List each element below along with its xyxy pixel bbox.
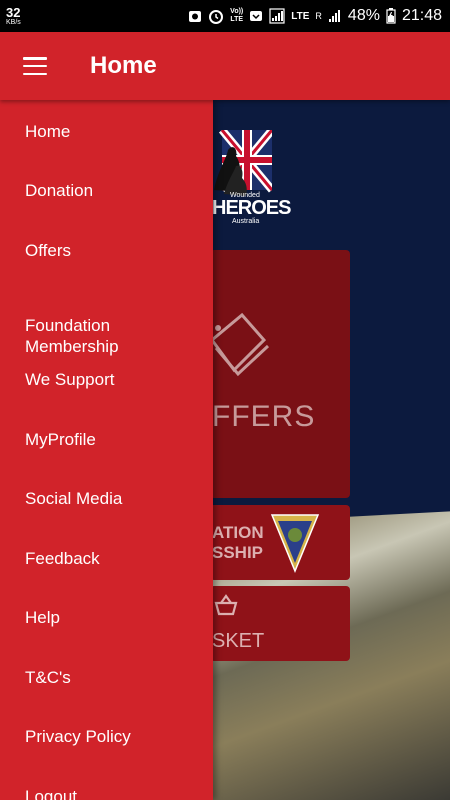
navigation-drawer: Home Donation Offers Foundation Membersh… [0,100,213,800]
drawer-item-social-media[interactable]: Social Media [0,488,213,509]
drawer-item-terms[interactable]: T&C's [0,667,213,688]
network-speed-value: 32 [6,5,21,20]
drawer-item-label: Help [25,608,60,627]
clock: 21:48 [401,7,442,24]
drawer-item-home[interactable]: Home [0,121,213,142]
volte-label: Vo)) [230,8,244,15]
drawer-item-label: Donation [25,181,94,200]
volte-icon: Vo)) LTE [230,8,243,24]
drawer-item-label: Social Media [25,489,123,508]
tag-icon [209,310,272,385]
membership-tile[interactable]: ATION SSHIP [210,505,350,580]
membership-tile-label: ATION SSHIP [212,523,264,563]
network-speed: 32 KB/s [6,6,30,26]
drawer-item-label: MyProfile [25,430,96,449]
offers-tile-label: FFERS [212,400,316,433]
drawer-item-offers[interactable]: Offers [0,240,213,261]
lte-label: LTE [291,10,310,22]
drawer-item-donation[interactable]: Donation [0,180,213,201]
drawer-item-help[interactable]: Help [0,607,213,628]
drawer-item-feedback[interactable]: Feedback [0,548,213,569]
battery-percent: 48% [347,7,380,24]
network-speed-unit: KB/s [6,19,21,26]
membership-badge-icon [270,513,320,578]
signal-icon [269,8,285,24]
hamburger-icon [23,57,47,75]
drawer-item-my-profile[interactable]: MyProfile [0,429,213,450]
signal-bars-icon [328,8,342,24]
page-title: Home [90,52,157,79]
drawer-item-label: Feedback [25,549,100,568]
membership-label-line1: ATION [212,523,264,542]
roaming-label: R [315,11,322,21]
logo-text-main: HEROES [212,197,291,219]
roaming-indicator: R [315,8,322,24]
drawer-item-we-support[interactable]: We Support [0,369,213,390]
status-icons: Vo)) LTE LTE R 48% 21:48 [188,7,442,25]
lte-icon: LTE [291,8,309,24]
drawer-item-label: Privacy Policy [25,727,131,746]
drawer-item-label: Foundation Membership [25,316,119,356]
menu-button[interactable] [0,32,70,100]
membership-label-line2: SSHIP [212,543,264,562]
drawer-item-logout[interactable]: Logout [0,786,213,800]
app-bar: Home [0,32,450,100]
drawer-item-foundation-membership[interactable]: Foundation Membership [0,294,213,357]
drawer-item-label: Logout [25,787,77,800]
volte-lte-label: LTE [230,16,244,23]
drawer-item-label: Offers [25,241,71,260]
basket-tile[interactable]: SKET [210,586,350,661]
offers-tile[interactable]: FFERS [209,250,350,498]
status-bar: 32 KB/s Vo)) LTE LTE R 48% 21:48 [0,0,450,32]
basket-icon [214,594,238,621]
drawer-item-label: Home [25,122,71,141]
logo-text-bottom: Australia [232,218,260,225]
drawer-item-label: We Support [25,370,115,389]
notification-icon [188,8,202,24]
alarm-icon [208,8,224,24]
drawer-item-label: T&C's [25,668,71,687]
basket-tile-label: SKET [212,630,265,652]
battery-icon [386,8,396,24]
drawer-item-privacy-policy[interactable]: Privacy Policy [0,726,213,747]
message-icon [249,8,263,24]
